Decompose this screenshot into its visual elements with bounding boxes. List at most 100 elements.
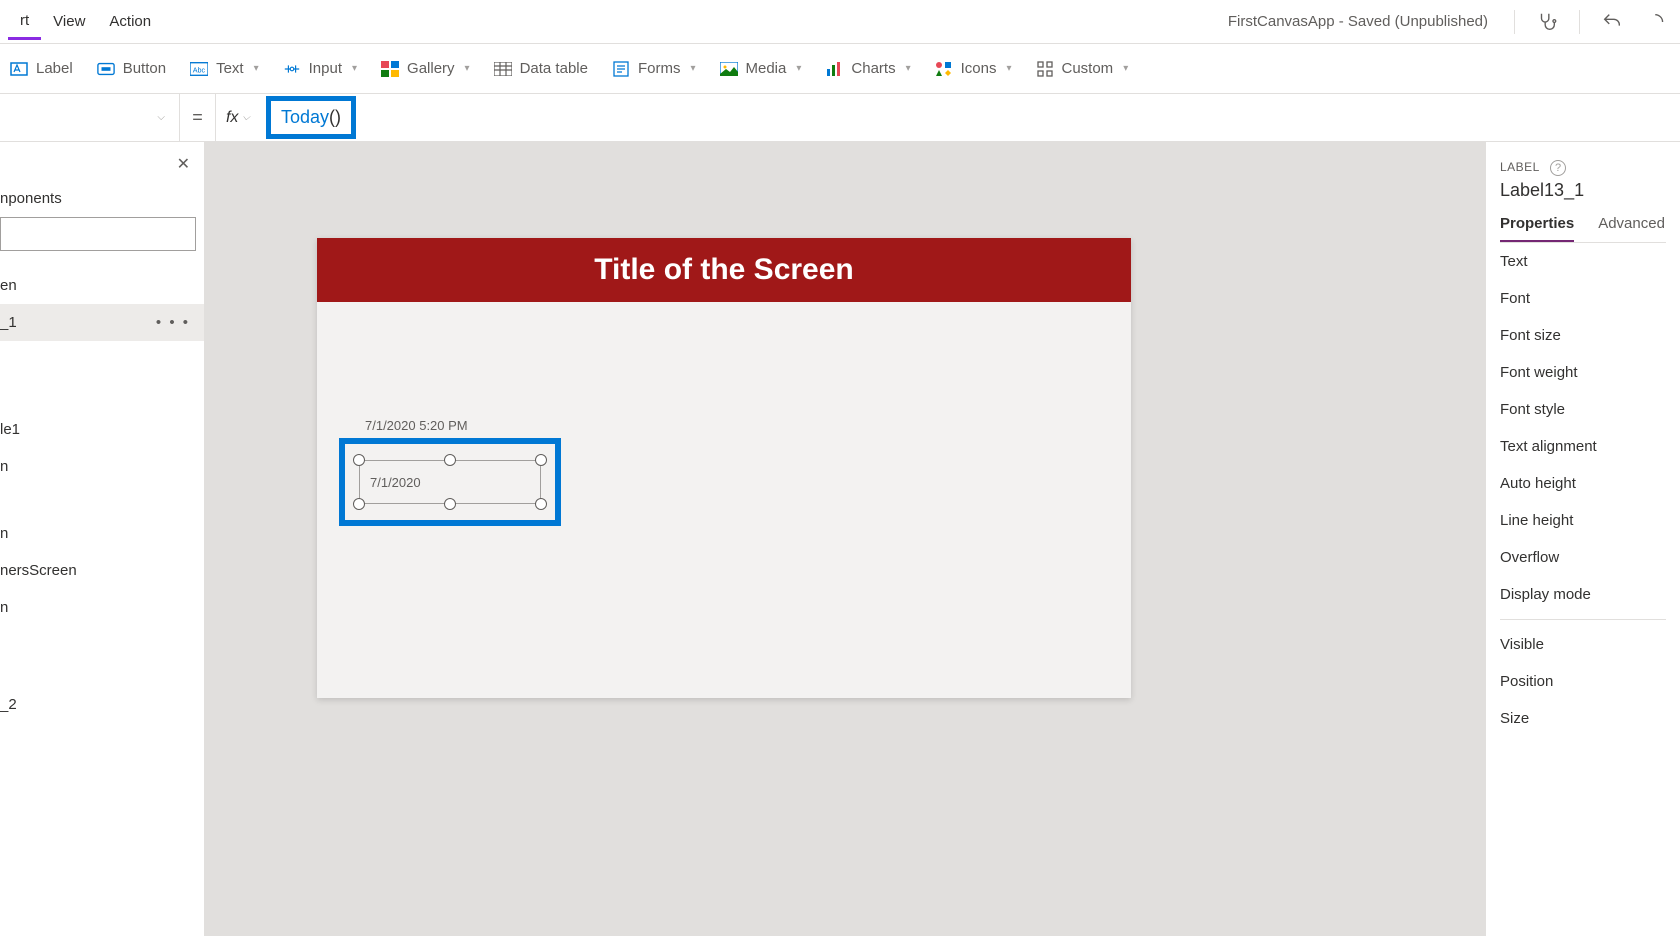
- ribbon-data-table[interactable]: Data table: [494, 60, 588, 78]
- formula-input-wrap: Today(): [260, 94, 1680, 141]
- prop-text-alignment[interactable]: Text alignment: [1500, 428, 1666, 465]
- canvas-viewport[interactable]: Title of the Screen 7/1/2020 5:20 PM 7/1…: [205, 142, 1680, 936]
- tree-item-label: _1: [0, 314, 17, 331]
- prop-auto-height[interactable]: Auto height: [1500, 465, 1666, 502]
- more-icon[interactable]: • • •: [156, 314, 190, 331]
- chevron-down-icon: ⌵: [242, 112, 250, 123]
- menu-action[interactable]: Action: [97, 5, 163, 38]
- chevron-down-icon: ▾: [690, 63, 695, 74]
- tab-properties[interactable]: Properties: [1500, 215, 1574, 242]
- prop-font[interactable]: Font: [1500, 280, 1666, 317]
- ribbon-gallery[interactable]: Gallery ▾: [381, 60, 470, 78]
- help-icon[interactable]: ?: [1550, 160, 1566, 176]
- button-icon: [97, 60, 115, 78]
- ribbon-charts[interactable]: Charts ▾: [825, 60, 910, 78]
- ribbon-gallery-label: Gallery: [407, 60, 455, 77]
- formula-input[interactable]: Today(): [266, 96, 356, 139]
- ribbon-forms[interactable]: Forms ▾: [612, 60, 696, 78]
- selected-label-text: 7/1/2020: [370, 475, 421, 490]
- property-selector[interactable]: ⌵: [0, 94, 180, 141]
- prop-overflow[interactable]: Overflow: [1500, 539, 1666, 576]
- ribbon-custom-label: Custom: [1062, 60, 1114, 77]
- prop-position[interactable]: Position: [1500, 663, 1666, 700]
- ribbon-media-label: Media: [746, 60, 787, 77]
- label-icon: [10, 60, 28, 78]
- close-panel-icon[interactable]: ✕: [177, 154, 190, 174]
- tree-search-input[interactable]: [0, 217, 196, 251]
- equals-label: =: [180, 94, 216, 141]
- datetime-label[interactable]: 7/1/2020 5:20 PM: [365, 418, 468, 433]
- ribbon-label[interactable]: Label: [10, 60, 73, 78]
- resize-handle[interactable]: [444, 498, 456, 510]
- tree-item[interactable]: n: [0, 589, 204, 626]
- formula-func: Today: [281, 107, 329, 127]
- tree-view-panel: ✕ nponents en _1 • • • le1 n n nersScree…: [0, 142, 205, 936]
- ribbon-input[interactable]: Input ▾: [283, 60, 357, 78]
- resize-handle[interactable]: [535, 498, 547, 510]
- selected-label-highlight: 7/1/2020: [339, 438, 561, 526]
- element-type-label: LABEL: [1500, 160, 1540, 174]
- media-icon: [720, 60, 738, 78]
- health-check-icon[interactable]: [1533, 8, 1561, 36]
- app-save-status: FirstCanvasApp - Saved (Unpublished): [1228, 13, 1488, 30]
- chevron-down-icon: ▾: [352, 63, 357, 74]
- ribbon-data-table-label: Data table: [520, 60, 588, 77]
- chevron-down-icon: ▾: [906, 63, 911, 74]
- resize-handle[interactable]: [535, 454, 547, 466]
- toolbar-divider: [1579, 10, 1580, 34]
- components-section-label: nponents: [0, 154, 204, 217]
- custom-icon: [1036, 60, 1054, 78]
- fx-button[interactable]: fx ⌵: [216, 94, 260, 141]
- main-area: ✕ nponents en _1 • • • le1 n n nersScree…: [0, 142, 1680, 936]
- resize-handle[interactable]: [353, 498, 365, 510]
- tab-advanced[interactable]: Advanced: [1598, 215, 1665, 242]
- redo-partial-icon[interactable]: [1644, 8, 1672, 36]
- prop-size[interactable]: Size: [1500, 700, 1666, 737]
- selected-label-control[interactable]: 7/1/2020: [359, 460, 541, 504]
- element-name[interactable]: Label13_1: [1500, 180, 1666, 201]
- resize-handle[interactable]: [444, 454, 456, 466]
- chevron-down-icon: ▾: [1123, 63, 1128, 74]
- ribbon-button-text: Button: [123, 60, 166, 77]
- prop-display-mode[interactable]: Display mode: [1500, 576, 1666, 613]
- chevron-down-icon: ▾: [254, 63, 259, 74]
- text-icon: Abc: [190, 60, 208, 78]
- tree-item[interactable]: n: [0, 448, 204, 485]
- input-icon: [283, 60, 301, 78]
- ribbon-custom[interactable]: Custom ▾: [1036, 60, 1129, 78]
- formula-parens: (): [329, 107, 341, 127]
- tree-item-selected[interactable]: _1 • • •: [0, 304, 204, 341]
- formula-bar: ⌵ = fx ⌵ Today(): [0, 94, 1680, 142]
- ribbon-input-label: Input: [309, 60, 342, 77]
- ribbon-icons[interactable]: Icons ▾: [935, 60, 1012, 78]
- prop-font-weight[interactable]: Font weight: [1500, 354, 1666, 391]
- prop-font-size[interactable]: Font size: [1500, 317, 1666, 354]
- insert-ribbon: Label Button Abc Text ▾ Input ▾ Gallery …: [0, 44, 1680, 94]
- ribbon-media[interactable]: Media ▾: [720, 60, 802, 78]
- fx-label: fx: [226, 109, 238, 127]
- svg-text:Abc: Abc: [193, 65, 206, 74]
- tree-item[interactable]: _2: [0, 686, 204, 723]
- screen-title-bar[interactable]: Title of the Screen: [317, 238, 1131, 302]
- menu-insert[interactable]: rt: [8, 4, 41, 40]
- prop-font-style[interactable]: Font style: [1500, 391, 1666, 428]
- charts-icon: [825, 60, 843, 78]
- tree-item[interactable]: nersScreen: [0, 552, 204, 589]
- tree-item[interactable]: le1: [0, 411, 204, 448]
- menu-view[interactable]: View: [41, 5, 97, 38]
- chevron-down-icon: ⌵: [157, 112, 165, 123]
- app-canvas[interactable]: Title of the Screen 7/1/2020 5:20 PM 7/1…: [317, 238, 1131, 698]
- undo-icon[interactable]: [1598, 8, 1626, 36]
- property-tabs: Properties Advanced: [1500, 215, 1666, 243]
- tree-item[interactable]: en: [0, 267, 204, 304]
- prop-line-height[interactable]: Line height: [1500, 502, 1666, 539]
- prop-visible[interactable]: Visible: [1500, 626, 1666, 663]
- resize-handle[interactable]: [353, 454, 365, 466]
- tree-item[interactable]: n: [0, 515, 204, 552]
- prop-text[interactable]: Text: [1500, 243, 1666, 280]
- ribbon-text[interactable]: Abc Text ▾: [190, 60, 259, 78]
- forms-icon: [612, 60, 630, 78]
- chevron-down-icon: ▾: [465, 63, 470, 74]
- ribbon-label-text: Label: [36, 60, 73, 77]
- ribbon-button[interactable]: Button: [97, 60, 166, 78]
